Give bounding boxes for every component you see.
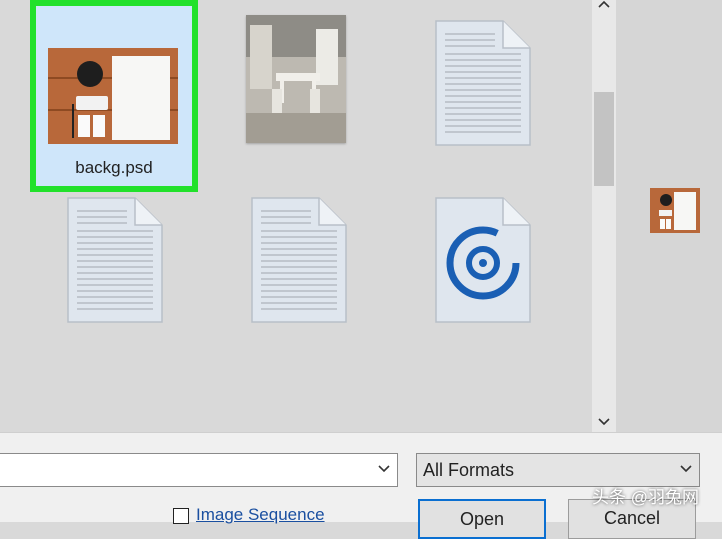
file-format-select[interactable]: All Formats [416,453,700,487]
file-name-label: backg.psd [75,158,153,177]
format-selected-label: All Formats [423,460,515,480]
open-button[interactable]: Open [418,499,546,539]
image-sequence-label[interactable]: Image Sequence [196,505,325,525]
preview-thumbnail [650,188,700,233]
backg-psd-thumbnail [48,48,178,144]
file-grid: backg.psd [0,0,592,432]
file-tile-document-icon[interactable] [67,197,163,328]
file-tile-document-icon[interactable] [251,197,347,328]
scroll-thumb[interactable] [594,92,614,186]
file-tile-room-image[interactable] [246,15,346,143]
image-sequence-checkbox[interactable] [173,508,189,524]
dialog-footer: All Formats Image Sequence Open Cancel [0,432,722,539]
scroll-down-arrow-icon[interactable] [592,414,616,430]
file-tile-groove-music-icon[interactable] [435,197,531,328]
chevron-down-icon[interactable] [679,461,693,475]
scroll-up-arrow-icon[interactable] [592,0,616,12]
file-name-input[interactable] [0,453,398,487]
file-tile-document-icon[interactable] [435,20,531,151]
file-tile-backg-psd[interactable]: backg.psd [30,0,198,192]
watermark: 头条 @羽兔网 [592,488,699,507]
vertical-scrollbar[interactable] [592,0,616,432]
preview-panel [616,0,722,432]
chevron-down-icon[interactable] [377,461,391,475]
